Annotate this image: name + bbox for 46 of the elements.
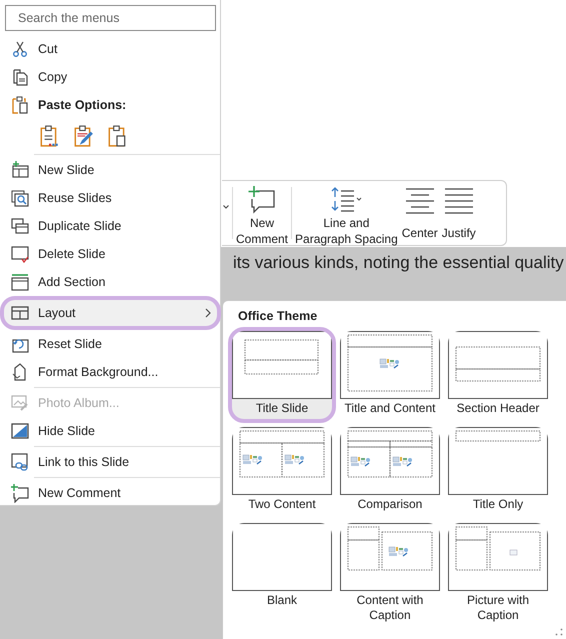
document-text: its various kinds, noting the essential quality xyxy=(233,253,564,272)
caret-icon[interactable] xyxy=(223,205,229,209)
gallery-heading: Office Theme xyxy=(237,309,318,325)
delete-slide-icon xyxy=(10,244,30,264)
duplicate-icon xyxy=(10,216,30,236)
layout-option[interactable]: Title Only xyxy=(444,423,552,519)
menu-item[interactable]: Reuse Slides xyxy=(0,184,220,212)
section-icon xyxy=(10,272,30,292)
toolbar-label: Center xyxy=(402,225,438,241)
menu-item[interactable]: New Slide xyxy=(0,156,220,184)
resize-grip-icon[interactable] xyxy=(555,628,563,636)
slides-search-icon xyxy=(10,188,30,208)
menu-item[interactable]: Delete Slide xyxy=(0,240,220,268)
layout-option[interactable]: Comparison xyxy=(336,423,444,519)
layout-option[interactable]: Content with Caption xyxy=(336,519,444,630)
chevron-icon xyxy=(205,308,211,318)
menu-item[interactable]: Hide Slide xyxy=(0,417,220,445)
menu-item[interactable]: New Comment xyxy=(0,479,220,507)
layout-option[interactable]: Title Slide xyxy=(228,327,336,423)
toolbar-button[interactable]: New Comment xyxy=(234,185,290,241)
clipboard-icon xyxy=(10,95,30,115)
layout-option[interactable]: Blank xyxy=(228,519,336,630)
link-slide-icon xyxy=(10,452,30,472)
layout-option[interactable]: Title and Content xyxy=(336,327,444,423)
hide-slide-icon xyxy=(10,421,30,441)
menu-item[interactable]: Copy xyxy=(0,63,220,91)
menu-item[interactable]: Layout xyxy=(0,296,221,330)
menu-item[interactable]: Cut xyxy=(0,35,220,63)
layout-option[interactable]: Picture with Caption xyxy=(444,519,552,630)
scissors-icon xyxy=(10,39,30,59)
menu-item[interactable]: Add Section xyxy=(0,268,220,296)
layout-option[interactable]: Section Header xyxy=(444,327,552,423)
menu-item[interactable]: Format Background... xyxy=(0,358,220,386)
toolbar-button[interactable]: Justify xyxy=(440,185,478,241)
menu-item[interactable]: Reset Slide xyxy=(0,330,220,358)
menu-item[interactable]: Link to this Slide xyxy=(0,448,220,476)
toolbar-label: Justify xyxy=(442,225,476,241)
menu-item[interactable]: Duplicate Slide xyxy=(0,212,220,240)
toolbar-button[interactable]: Center xyxy=(400,185,440,241)
layout-option[interactable]: Two Content xyxy=(228,423,336,519)
new-slide-icon xyxy=(10,160,30,180)
search-field[interactable]: Search the menus xyxy=(5,5,216,31)
toolbar-label: Line and Paragraph Spacing xyxy=(295,215,398,247)
menu-heading: Paste Options: xyxy=(38,98,126,112)
comment-icon xyxy=(10,483,30,503)
photo-album-icon xyxy=(10,393,30,413)
